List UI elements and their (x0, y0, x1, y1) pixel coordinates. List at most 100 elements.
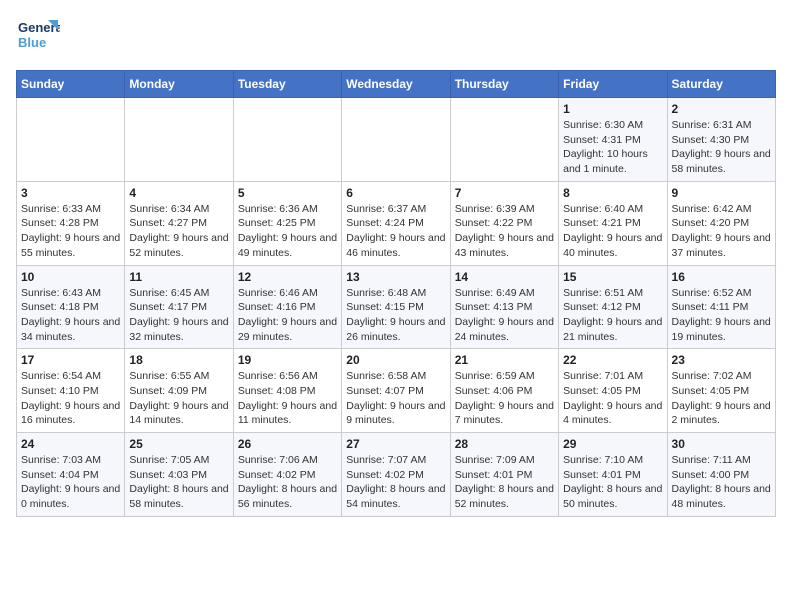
day-info: Sunrise: 6:59 AM Sunset: 4:06 PM Dayligh… (455, 369, 554, 428)
calendar-cell: 1 Sunrise: 6:30 AM Sunset: 4:31 PM Daylig… (559, 98, 667, 182)
weekday-header: Monday (125, 71, 233, 98)
day-number: 4 (129, 186, 228, 200)
calendar-cell: 2 Sunrise: 6:31 AM Sunset: 4:30 PM Daylig… (667, 98, 775, 182)
calendar-cell (450, 98, 558, 182)
day-number: 13 (346, 270, 445, 284)
calendar-cell: 23 Sunrise: 7:02 AM Sunset: 4:05 PM Dayli… (667, 349, 775, 433)
calendar-cell: 19 Sunrise: 6:56 AM Sunset: 4:08 PM Dayli… (233, 349, 341, 433)
calendar-cell: 21 Sunrise: 6:59 AM Sunset: 4:06 PM Dayli… (450, 349, 558, 433)
calendar-cell: 6 Sunrise: 6:37 AM Sunset: 4:24 PM Daylig… (342, 181, 450, 265)
day-info: Sunrise: 6:39 AM Sunset: 4:22 PM Dayligh… (455, 202, 554, 261)
day-info: Sunrise: 6:43 AM Sunset: 4:18 PM Dayligh… (21, 286, 120, 345)
day-info: Sunrise: 6:42 AM Sunset: 4:20 PM Dayligh… (672, 202, 771, 261)
day-number: 8 (563, 186, 662, 200)
day-info: Sunrise: 6:54 AM Sunset: 4:10 PM Dayligh… (21, 369, 120, 428)
day-number: 22 (563, 353, 662, 367)
calendar-cell (125, 98, 233, 182)
day-number: 15 (563, 270, 662, 284)
calendar-week-row: 3Sunrise: 6:33 AM Sunset: 4:28 PM Daylig… (17, 181, 776, 265)
day-number: 17 (21, 353, 120, 367)
day-number: 10 (21, 270, 120, 284)
day-number: 2 (672, 102, 771, 116)
calendar-cell: 20Sunrise: 6:58 AM Sunset: 4:07 PM Dayli… (342, 349, 450, 433)
day-number: 9 (672, 186, 771, 200)
calendar-cell: 7 Sunrise: 6:39 AM Sunset: 4:22 PM Daylig… (450, 181, 558, 265)
calendar-week-row: 24Sunrise: 7:03 AM Sunset: 4:04 PM Dayli… (17, 433, 776, 517)
day-number: 27 (346, 437, 445, 451)
calendar-week-row: 1 Sunrise: 6:30 AM Sunset: 4:31 PM Daylig… (17, 98, 776, 182)
day-info: Sunrise: 7:02 AM Sunset: 4:05 PM Dayligh… (672, 369, 771, 428)
day-number: 28 (455, 437, 554, 451)
day-info: Sunrise: 7:01 AM Sunset: 4:05 PM Dayligh… (563, 369, 662, 428)
calendar-cell: 27 Sunrise: 7:07 AM Sunset: 4:02 PM Dayli… (342, 433, 450, 517)
day-number: 19 (238, 353, 337, 367)
day-number: 1 (563, 102, 662, 116)
calendar-cell: 15 Sunrise: 6:51 AM Sunset: 4:12 PM Dayli… (559, 265, 667, 349)
day-number: 21 (455, 353, 554, 367)
day-info: Sunrise: 7:07 AM Sunset: 4:02 PM Dayligh… (346, 453, 445, 512)
day-number: 20 (346, 353, 445, 367)
day-info: Sunrise: 7:03 AM Sunset: 4:04 PM Dayligh… (21, 453, 120, 512)
day-info: Sunrise: 6:31 AM Sunset: 4:30 PM Dayligh… (672, 118, 771, 177)
page-header: General Blue (16, 16, 776, 60)
weekday-header: Thursday (450, 71, 558, 98)
weekday-header: Wednesday (342, 71, 450, 98)
day-info: Sunrise: 6:55 AM Sunset: 4:09 PM Dayligh… (129, 369, 228, 428)
day-info: Sunrise: 6:36 AM Sunset: 4:25 PM Dayligh… (238, 202, 337, 261)
day-number: 25 (129, 437, 228, 451)
calendar-table: SundayMondayTuesdayWednesdayThursdayFrid… (16, 70, 776, 517)
day-info: Sunrise: 6:51 AM Sunset: 4:12 PM Dayligh… (563, 286, 662, 345)
calendar-cell: 28 Sunrise: 7:09 AM Sunset: 4:01 PM Dayli… (450, 433, 558, 517)
calendar-cell (17, 98, 125, 182)
day-info: Sunrise: 6:37 AM Sunset: 4:24 PM Dayligh… (346, 202, 445, 261)
day-info: Sunrise: 7:09 AM Sunset: 4:01 PM Dayligh… (455, 453, 554, 512)
day-info: Sunrise: 7:10 AM Sunset: 4:01 PM Dayligh… (563, 453, 662, 512)
day-number: 6 (346, 186, 445, 200)
calendar-cell: 29 Sunrise: 7:10 AM Sunset: 4:01 PM Dayli… (559, 433, 667, 517)
calendar-cell: 11 Sunrise: 6:45 AM Sunset: 4:17 PM Dayli… (125, 265, 233, 349)
calendar-cell (233, 98, 341, 182)
weekday-header: Saturday (667, 71, 775, 98)
weekday-header: Tuesday (233, 71, 341, 98)
calendar-cell: 26 Sunrise: 7:06 AM Sunset: 4:02 PM Dayli… (233, 433, 341, 517)
day-number: 7 (455, 186, 554, 200)
calendar-cell: 18Sunrise: 6:55 AM Sunset: 4:09 PM Dayli… (125, 349, 233, 433)
day-info: Sunrise: 6:45 AM Sunset: 4:17 PM Dayligh… (129, 286, 228, 345)
day-info: Sunrise: 6:48 AM Sunset: 4:15 PM Dayligh… (346, 286, 445, 345)
calendar-week-row: 10 Sunrise: 6:43 AM Sunset: 4:18 PM Dayli… (17, 265, 776, 349)
calendar-cell: 8Sunrise: 6:40 AM Sunset: 4:21 PM Daylig… (559, 181, 667, 265)
svg-text:Blue: Blue (18, 35, 46, 50)
day-number: 3 (21, 186, 120, 200)
calendar-cell: 30 Sunrise: 7:11 AM Sunset: 4:00 PM Dayli… (667, 433, 775, 517)
day-info: Sunrise: 6:30 AM Sunset: 4:31 PM Dayligh… (563, 118, 662, 177)
weekday-header: Friday (559, 71, 667, 98)
calendar-cell: 24Sunrise: 7:03 AM Sunset: 4:04 PM Dayli… (17, 433, 125, 517)
day-number: 26 (238, 437, 337, 451)
calendar-cell: 9 Sunrise: 6:42 AM Sunset: 4:20 PM Daylig… (667, 181, 775, 265)
calendar-cell: 22 Sunrise: 7:01 AM Sunset: 4:05 PM Dayli… (559, 349, 667, 433)
day-info: Sunrise: 7:05 AM Sunset: 4:03 PM Dayligh… (129, 453, 228, 512)
day-info: Sunrise: 7:06 AM Sunset: 4:02 PM Dayligh… (238, 453, 337, 512)
day-number: 11 (129, 270, 228, 284)
day-info: Sunrise: 6:34 AM Sunset: 4:27 PM Dayligh… (129, 202, 228, 261)
day-info: Sunrise: 6:49 AM Sunset: 4:13 PM Dayligh… (455, 286, 554, 345)
day-number: 29 (563, 437, 662, 451)
day-info: Sunrise: 6:56 AM Sunset: 4:08 PM Dayligh… (238, 369, 337, 428)
day-number: 14 (455, 270, 554, 284)
logo-svg: General Blue (16, 16, 60, 60)
calendar-cell: 12Sunrise: 6:46 AM Sunset: 4:16 PM Dayli… (233, 265, 341, 349)
calendar-cell: 16Sunrise: 6:52 AM Sunset: 4:11 PM Dayli… (667, 265, 775, 349)
weekday-header: Sunday (17, 71, 125, 98)
calendar-cell: 3Sunrise: 6:33 AM Sunset: 4:28 PM Daylig… (17, 181, 125, 265)
calendar-cell: 14 Sunrise: 6:49 AM Sunset: 4:13 PM Dayli… (450, 265, 558, 349)
calendar-cell: 4 Sunrise: 6:34 AM Sunset: 4:27 PM Daylig… (125, 181, 233, 265)
calendar-cell: 5 Sunrise: 6:36 AM Sunset: 4:25 PM Daylig… (233, 181, 341, 265)
day-number: 5 (238, 186, 337, 200)
day-number: 30 (672, 437, 771, 451)
calendar-cell: 10 Sunrise: 6:43 AM Sunset: 4:18 PM Dayli… (17, 265, 125, 349)
calendar-cell (342, 98, 450, 182)
day-info: Sunrise: 7:11 AM Sunset: 4:00 PM Dayligh… (672, 453, 771, 512)
calendar-cell: 13 Sunrise: 6:48 AM Sunset: 4:15 PM Dayli… (342, 265, 450, 349)
day-number: 23 (672, 353, 771, 367)
day-number: 12 (238, 270, 337, 284)
